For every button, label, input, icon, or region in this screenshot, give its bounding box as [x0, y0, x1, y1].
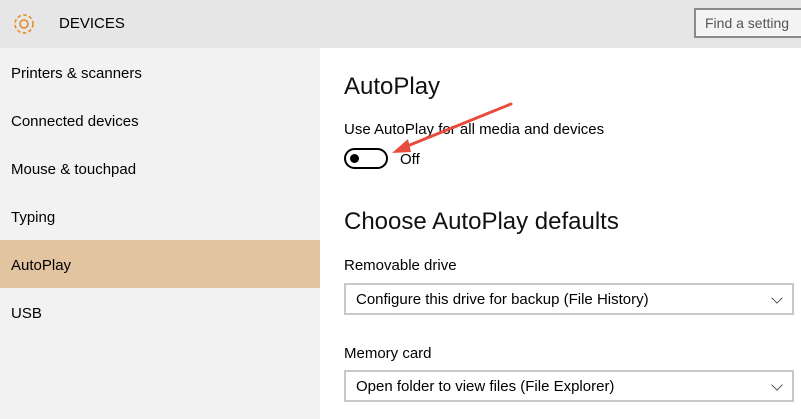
annotation-arrow-icon	[392, 102, 513, 153]
